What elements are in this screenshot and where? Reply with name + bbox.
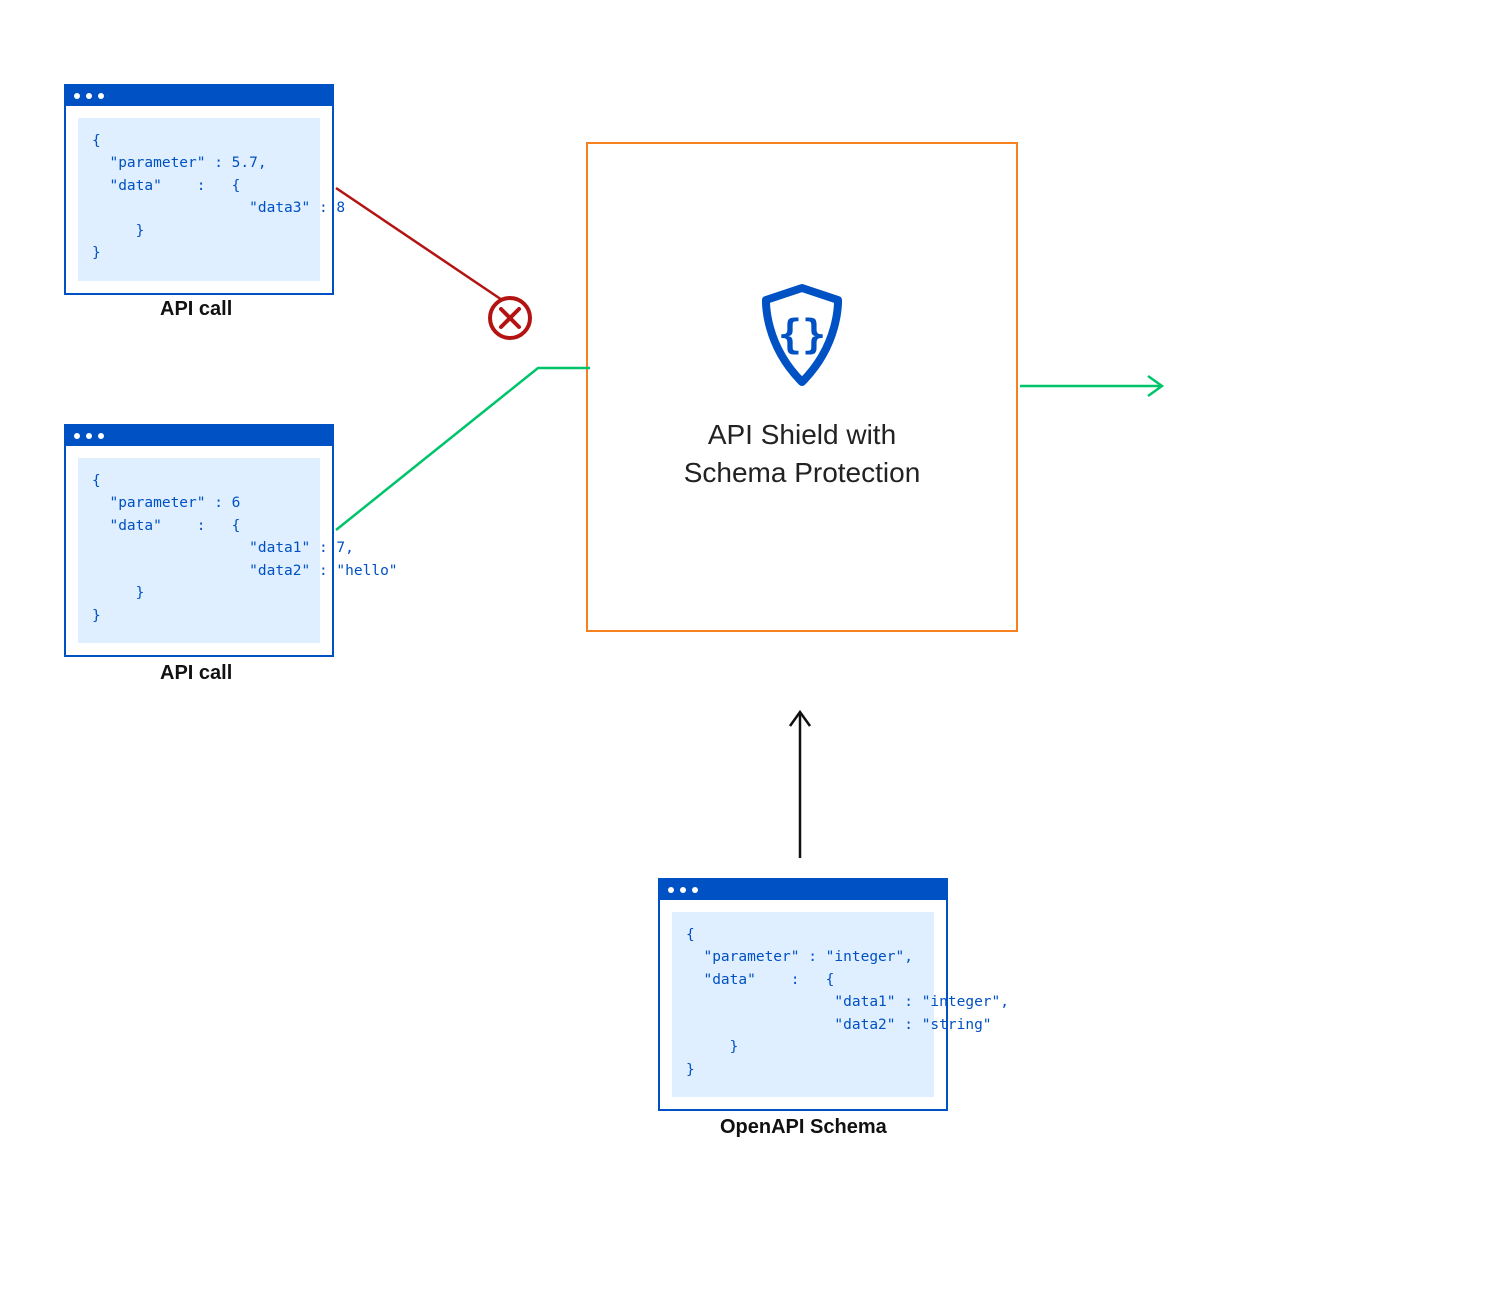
window-dot <box>74 433 80 439</box>
window-dot <box>680 887 686 893</box>
api-call-window-1: { "parameter" : 5.7, "data" : { "data3" … <box>64 84 334 295</box>
window-dot <box>86 93 92 99</box>
window-dot <box>98 93 104 99</box>
shield-icon: {} <box>754 282 850 390</box>
code-body: { "parameter" : "integer", "data" : { "d… <box>672 912 934 1097</box>
schema-label: OpenAPI Schema <box>720 1116 887 1139</box>
api-call-label-1: API call <box>160 298 232 321</box>
code-body: { "parameter" : 5.7, "data" : { "data3" … <box>78 118 320 281</box>
window-titlebar <box>66 86 332 106</box>
api-shield-box: {} API Shield with Schema Protection <box>586 142 1018 632</box>
window-dot <box>86 433 92 439</box>
window-titlebar <box>66 426 332 446</box>
accepted-connector <box>336 368 590 530</box>
shield-title: API Shield with Schema Protection <box>684 416 921 492</box>
window-titlebar <box>660 880 946 900</box>
api-call-window-2: { "parameter" : 6 "data" : { "data1" : 7… <box>64 424 334 657</box>
window-dot <box>98 433 104 439</box>
api-call-label-2: API call <box>160 662 232 685</box>
window-dot <box>668 887 674 893</box>
output-arrow <box>1020 376 1162 396</box>
schema-arrow <box>790 712 810 858</box>
window-dot <box>692 887 698 893</box>
rejected-x-icon <box>490 298 530 338</box>
shield-title-line-1: API Shield with <box>708 419 896 450</box>
code-body: { "parameter" : 6 "data" : { "data1" : 7… <box>78 458 320 643</box>
rejected-connector <box>336 188 508 304</box>
diagram-canvas: { "parameter" : 5.7, "data" : { "data3" … <box>0 0 1502 1312</box>
schema-window: { "parameter" : "integer", "data" : { "d… <box>658 878 948 1111</box>
window-dot <box>74 93 80 99</box>
shield-title-line-2: Schema Protection <box>684 457 921 488</box>
svg-text:{}: {} <box>778 312 826 358</box>
